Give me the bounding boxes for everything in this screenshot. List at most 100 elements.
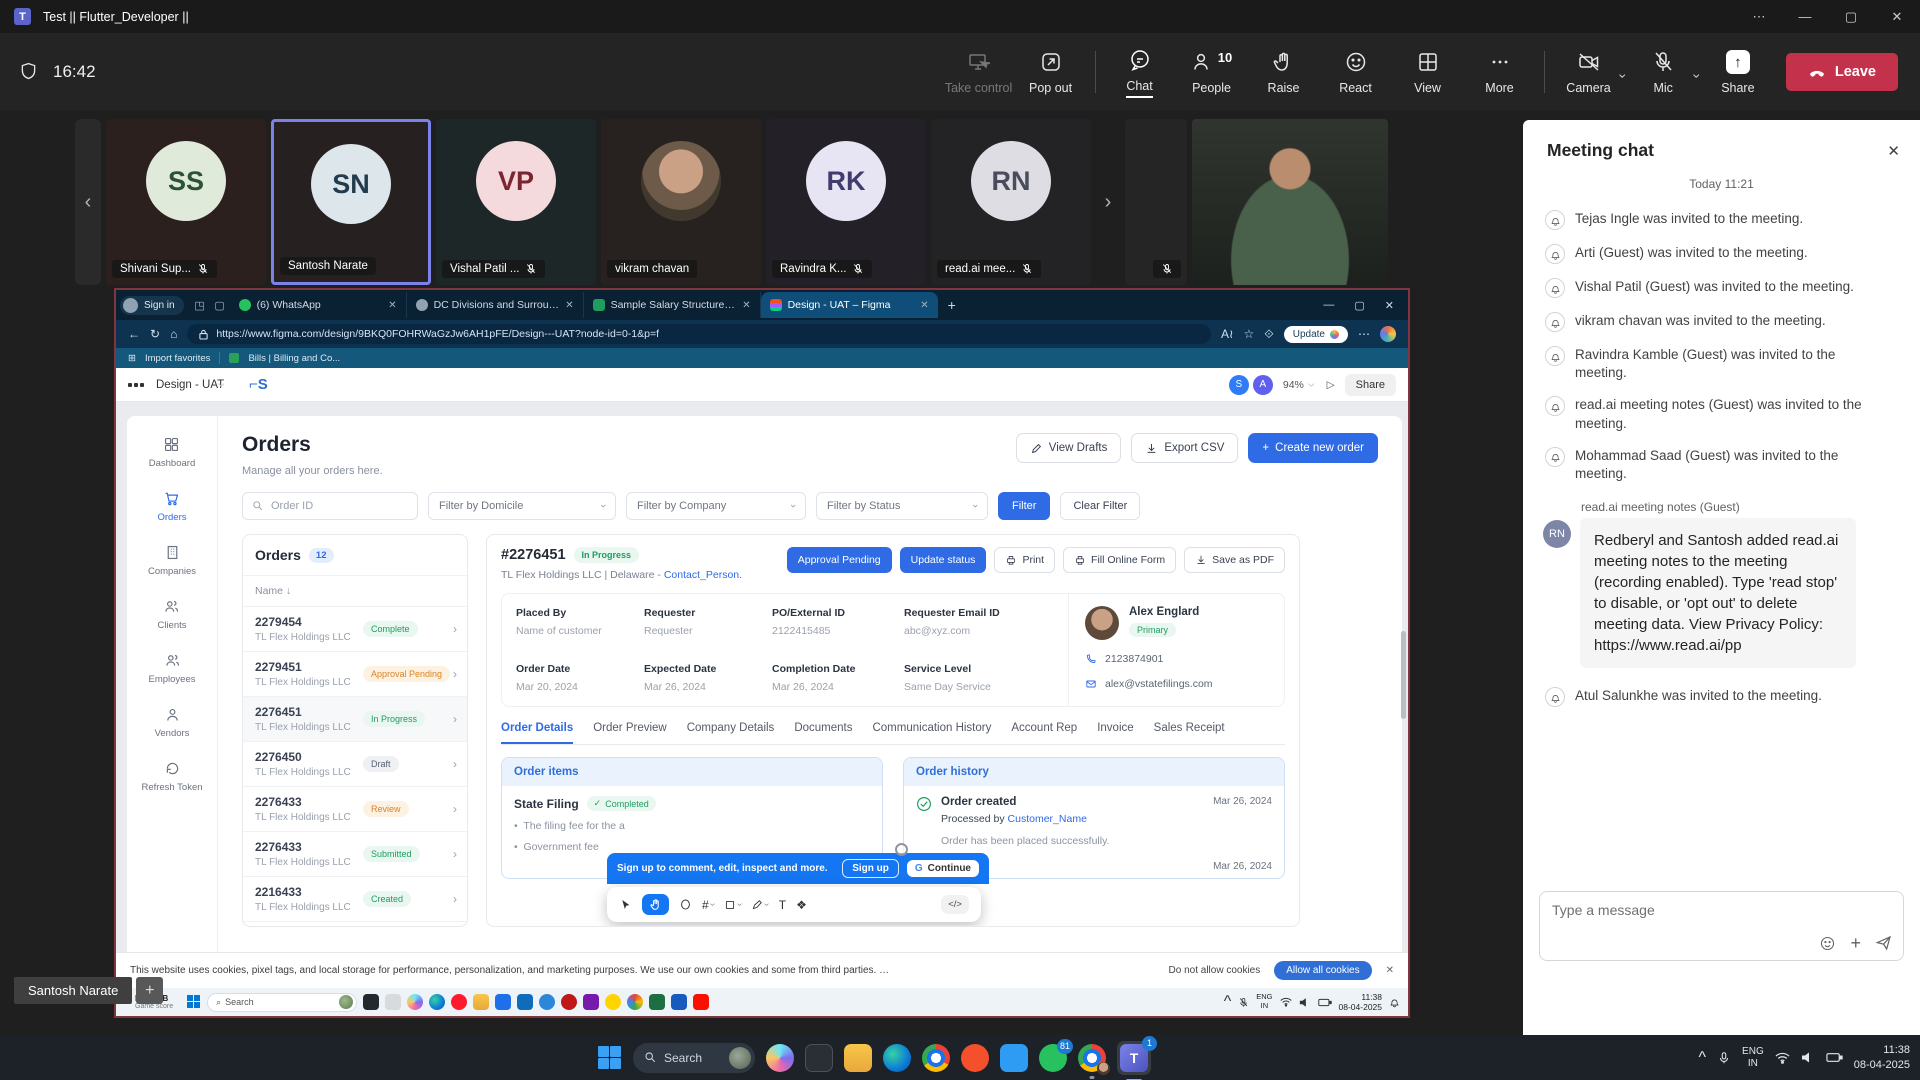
collaborator-avatar[interactable]: S bbox=[1229, 375, 1249, 395]
create-new-order-button[interactable]: +Create new order bbox=[1248, 433, 1378, 463]
outlook-icon[interactable] bbox=[517, 994, 533, 1010]
chrome-icon[interactable] bbox=[922, 1044, 950, 1072]
chat-input-box[interactable]: + bbox=[1539, 891, 1904, 961]
browser-minimize-icon[interactable]: — bbox=[1323, 299, 1334, 312]
browser-tab-active[interactable]: Design - UAT – Figma✕ bbox=[761, 292, 938, 318]
filter-company-dropdown[interactable]: Filter by Company› bbox=[626, 492, 806, 520]
read-aloud-icon[interactable]: A≀ bbox=[1221, 327, 1234, 341]
leave-button[interactable]: Leave bbox=[1786, 53, 1898, 91]
tab-close-icon[interactable]: ✕ bbox=[565, 300, 573, 311]
fill-online-form-button[interactable]: Fill Online Form bbox=[1063, 547, 1176, 573]
react-button[interactable]: React bbox=[1320, 48, 1392, 95]
tab-close-icon[interactable]: ✕ bbox=[388, 300, 396, 311]
name-column-header[interactable]: Name ↓ bbox=[243, 576, 467, 607]
chat-close-icon[interactable]: ✕ bbox=[1887, 142, 1900, 160]
raise-button[interactable]: Raise bbox=[1248, 48, 1320, 95]
contact-email[interactable]: alex@vstatefilings.com bbox=[1105, 678, 1213, 690]
edge-icon[interactable] bbox=[429, 994, 445, 1010]
pin-add-icon[interactable]: + bbox=[136, 977, 163, 1004]
new-tab-icon[interactable]: + bbox=[948, 297, 956, 313]
mic-off-icon[interactable] bbox=[1238, 997, 1249, 1008]
approval-pending-button[interactable]: Approval Pending bbox=[787, 547, 892, 573]
browser-tab[interactable]: DC Divisions and Surroundings✕ bbox=[407, 292, 584, 318]
tab-account-rep[interactable]: Account Rep bbox=[1011, 722, 1077, 744]
mic-icon[interactable] bbox=[1717, 1051, 1731, 1065]
contact-person-link[interactable]: Contact_Person. bbox=[664, 569, 742, 581]
browser-tab[interactable]: Sample Salary Structure with calc✕ bbox=[584, 292, 761, 318]
presenter-search-input[interactable]: ⌕Search bbox=[207, 993, 357, 1012]
browser-tab[interactable]: (6) WhatsApp✕ bbox=[230, 292, 407, 318]
component-tool-icon[interactable]: ❖ bbox=[796, 898, 807, 912]
filter-status-dropdown[interactable]: Filter by Status› bbox=[816, 492, 988, 520]
teams-taskbar-icon[interactable]: T1 bbox=[1117, 1041, 1151, 1075]
contact-phone[interactable]: 2123874901 bbox=[1105, 653, 1163, 665]
tab-sales-receipt[interactable]: Sales Receipt bbox=[1154, 722, 1225, 744]
vscode-icon[interactable] bbox=[1000, 1044, 1028, 1072]
app-icon[interactable] bbox=[805, 1044, 833, 1072]
speaker-icon[interactable] bbox=[1299, 997, 1311, 1008]
participant-tile[interactable]: SS Shivani Sup... bbox=[106, 119, 266, 285]
participant-tile-video[interactable] bbox=[1192, 119, 1388, 285]
acrobat-icon[interactable] bbox=[693, 994, 709, 1010]
chat-button[interactable]: Chat bbox=[1104, 46, 1176, 98]
participant-tile-video[interactable]: vikram chavan bbox=[601, 119, 761, 285]
tab-close-icon[interactable]: ✕ bbox=[742, 300, 750, 311]
order-row-selected[interactable]: 2276451TL Flex Holdings LLCIn Progress› bbox=[243, 697, 467, 742]
figma-menu-icon[interactable] bbox=[128, 383, 144, 387]
refresh-icon[interactable]: ↻ bbox=[150, 327, 160, 341]
battery-icon[interactable] bbox=[1318, 998, 1332, 1007]
figma-share-button[interactable]: Share bbox=[1345, 374, 1396, 396]
tab-documents[interactable]: Documents bbox=[794, 722, 852, 744]
start-icon[interactable] bbox=[187, 995, 201, 1009]
mcafee-icon[interactable] bbox=[561, 994, 577, 1010]
edge-icon[interactable] bbox=[883, 1044, 911, 1072]
chrome-icon[interactable] bbox=[627, 994, 643, 1010]
notification-bell-icon[interactable] bbox=[1389, 996, 1400, 1008]
window-more-icon[interactable]: ⋯ bbox=[1736, 0, 1782, 33]
battery-icon[interactable] bbox=[1826, 1052, 1843, 1063]
sidebar-item-employees[interactable]: Employees bbox=[149, 652, 196, 685]
app-icon[interactable] bbox=[363, 994, 379, 1010]
tab-invoice[interactable]: Invoice bbox=[1097, 722, 1133, 744]
mic-button[interactable]: Mic bbox=[1627, 48, 1699, 95]
language-indicator[interactable]: ENGIN bbox=[1742, 1046, 1764, 1069]
browser-update-button[interactable]: Update bbox=[1284, 326, 1348, 343]
start-icon[interactable] bbox=[598, 1046, 622, 1070]
more-button[interactable]: More bbox=[1464, 48, 1536, 95]
whatsapp-icon[interactable]: 81 bbox=[1039, 1044, 1067, 1072]
figma-zoom-level[interactable]: 94% bbox=[1283, 379, 1304, 391]
camera-options-chevron-icon[interactable]: › bbox=[1615, 73, 1631, 78]
view-button[interactable]: View bbox=[1392, 48, 1464, 95]
taskbar-search-input[interactable]: Search bbox=[633, 1043, 755, 1073]
tab-close-icon[interactable]: ✕ bbox=[920, 300, 928, 311]
copilot-icon[interactable] bbox=[407, 994, 423, 1010]
shape-tool-icon[interactable] bbox=[679, 898, 692, 911]
filter-domicile-dropdown[interactable]: Filter by Domicile› bbox=[428, 492, 616, 520]
speaker-icon[interactable] bbox=[1801, 1051, 1815, 1064]
tab-order-details[interactable]: Order Details bbox=[501, 722, 573, 744]
export-csv-button[interactable]: Export CSV bbox=[1131, 433, 1238, 463]
sidebar-item-companies[interactable]: Companies bbox=[148, 544, 196, 577]
order-row[interactable]: 2276450TL Flex Holdings LLCDraft› bbox=[243, 742, 467, 787]
bookmark-link[interactable]: Bills | Billing and Co... bbox=[248, 353, 340, 364]
sidebar-item-refresh-token[interactable]: Refresh Token bbox=[141, 760, 202, 793]
sidebar-item-dashboard[interactable]: Dashboard bbox=[149, 436, 195, 469]
app-icon[interactable] bbox=[495, 994, 511, 1010]
app-icon[interactable] bbox=[385, 994, 401, 1010]
tab-order-preview[interactable]: Order Preview bbox=[593, 722, 667, 744]
app-icon[interactable] bbox=[583, 994, 599, 1010]
text-tool-icon[interactable]: T bbox=[779, 898, 786, 912]
back-icon[interactable]: ← bbox=[128, 327, 140, 341]
file-explorer-icon[interactable] bbox=[844, 1044, 872, 1072]
close-icon[interactable]: ✕ bbox=[1874, 0, 1920, 33]
order-id-search-input[interactable]: Order ID bbox=[242, 492, 418, 520]
hand-tool-icon[interactable] bbox=[642, 894, 669, 915]
frame-tool-icon[interactable]: #› bbox=[702, 898, 714, 912]
browser-signin-button[interactable]: Sign in bbox=[120, 296, 184, 315]
opera-icon[interactable] bbox=[451, 994, 467, 1010]
workspaces-icon[interactable]: ◳ bbox=[190, 299, 210, 312]
chat-message-input[interactable] bbox=[1540, 892, 1903, 928]
pen-tool-icon[interactable]: › bbox=[751, 899, 768, 911]
home-icon[interactable]: ⌂ bbox=[170, 327, 177, 341]
scrollbar-thumb[interactable] bbox=[1401, 631, 1406, 719]
